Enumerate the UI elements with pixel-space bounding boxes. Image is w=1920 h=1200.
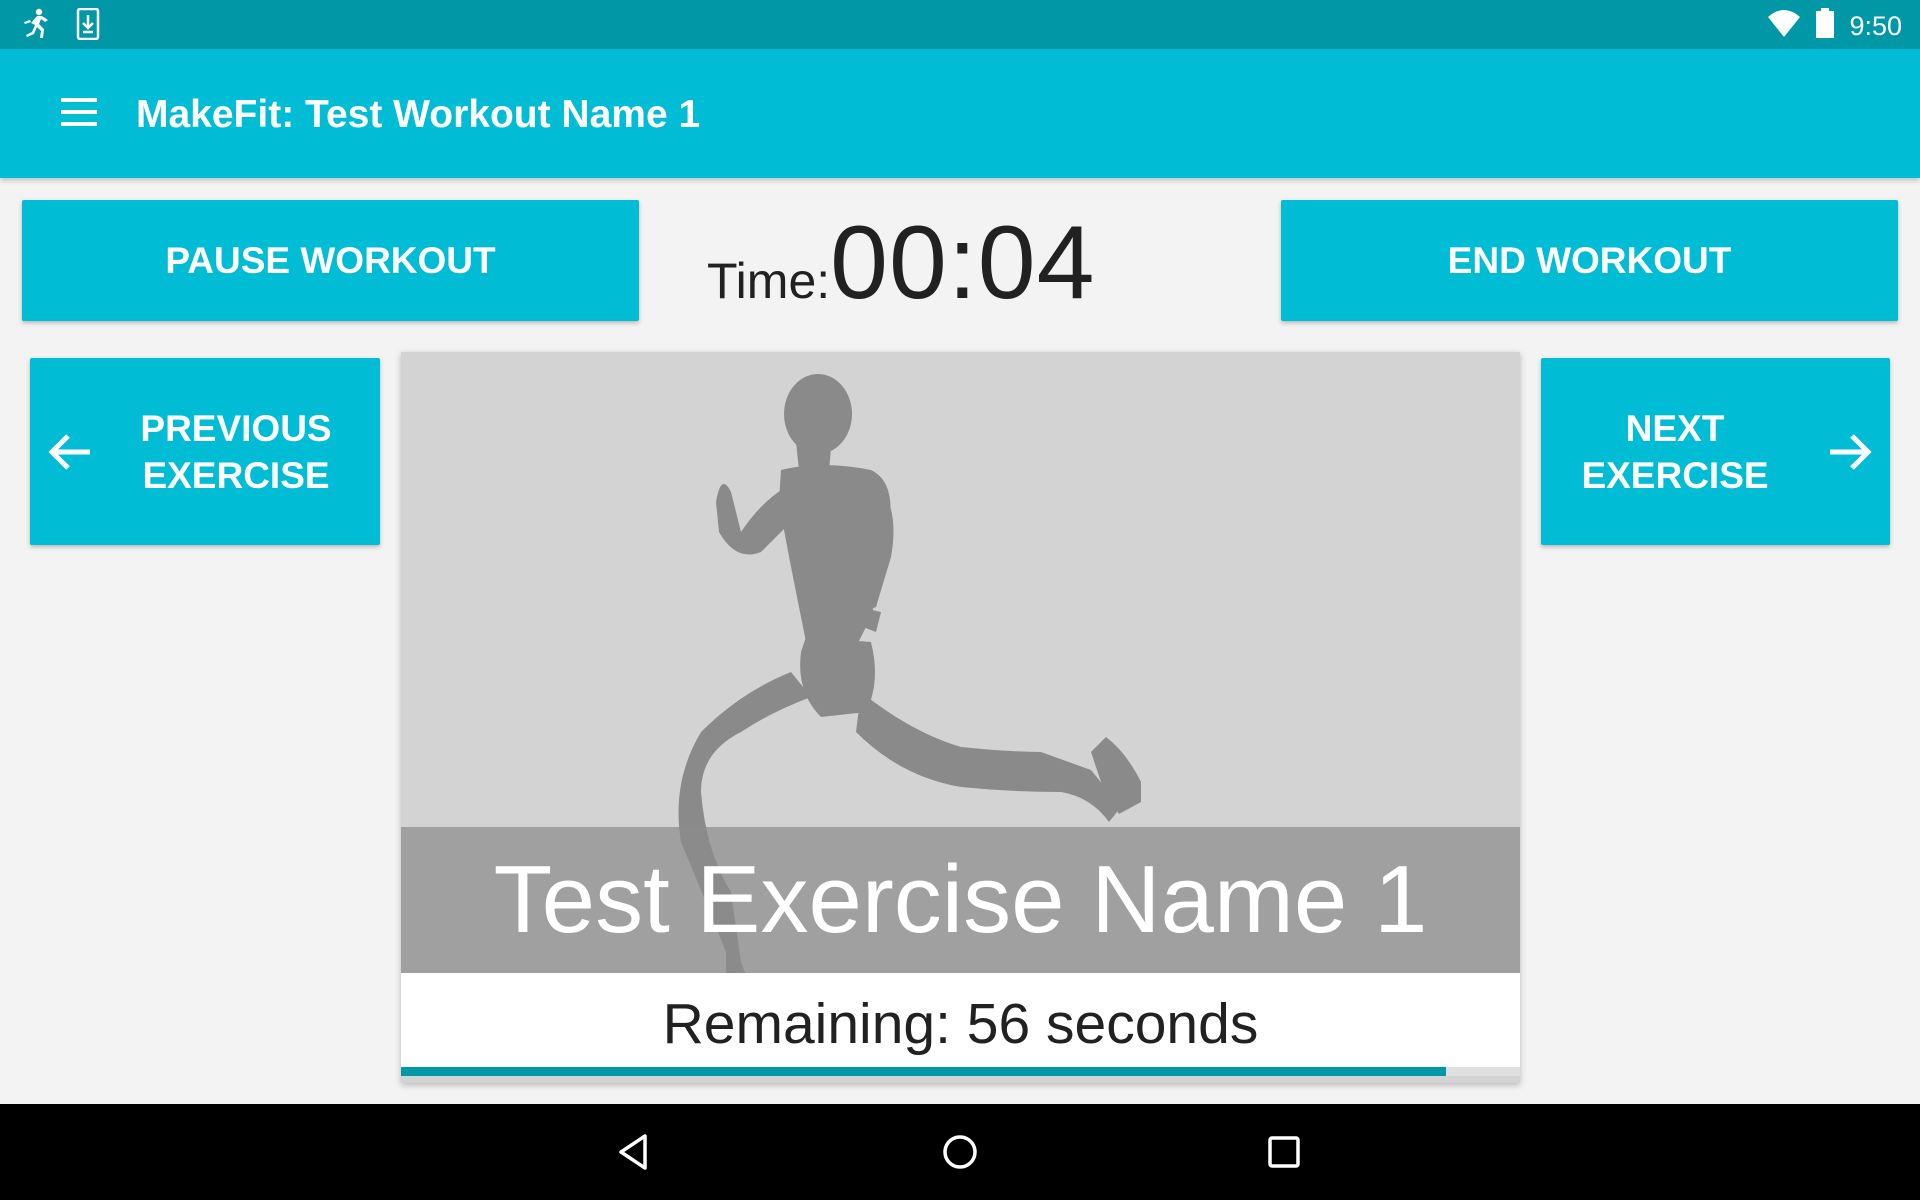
timer-value: 00:04 — [830, 205, 1096, 321]
arrow-right-icon — [1824, 426, 1876, 489]
pause-workout-label: PAUSE WORKOUT — [165, 239, 496, 281]
next-label-line2: EXERCISE — [1581, 455, 1769, 496]
pause-workout-button[interactable]: PAUSE WORKOUT — [22, 200, 639, 321]
wifi-icon — [1767, 8, 1801, 45]
timer-label: Time: — [707, 253, 831, 309]
previous-label-line2: EXERCISE — [142, 455, 330, 496]
download-notification-icon — [76, 7, 100, 45]
home-circle-icon[interactable] — [936, 1128, 984, 1176]
hamburger-menu-icon[interactable] — [58, 94, 102, 134]
back-triangle-icon[interactable] — [611, 1128, 659, 1176]
next-exercise-label: NEXT EXERCISE — [1561, 405, 1789, 499]
exercise-card: Test Exercise Name 1 Remaining: 56 secon… — [401, 352, 1520, 1083]
exercise-name: Test Exercise Name 1 — [401, 827, 1520, 973]
status-left-icons — [20, 7, 100, 45]
previous-exercise-button[interactable]: PREVIOUS EXERCISE — [30, 358, 380, 545]
app-title: MakeFit: Test Workout Name 1 — [136, 93, 701, 136]
previous-exercise-label: PREVIOUS EXERCISE — [122, 405, 350, 499]
end-workout-label: END WORKOUT — [1447, 239, 1732, 281]
system-nav-bar — [0, 1104, 1920, 1200]
exercise-progress-fill — [401, 1067, 1447, 1076]
status-right-icons: 9:50 — [1767, 8, 1902, 45]
next-label-line1: NEXT — [1625, 408, 1725, 449]
workout-timer: Time: 00:04 — [707, 204, 1095, 324]
runner-notification-icon — [20, 8, 50, 45]
end-workout-button[interactable]: END WORKOUT — [1281, 200, 1898, 321]
remaining-time: Remaining: 56 seconds — [401, 973, 1520, 1076]
battery-icon — [1815, 8, 1835, 45]
status-bar: 9:50 — [0, 0, 1920, 49]
arrow-left-icon — [44, 426, 96, 489]
status-time: 9:50 — [1849, 11, 1902, 41]
next-exercise-button[interactable]: NEXT EXERCISE — [1541, 358, 1890, 545]
recents-square-icon[interactable] — [1260, 1128, 1308, 1176]
exercise-progress-track — [401, 1067, 1520, 1076]
app-bar: MakeFit: Test Workout Name 1 — [0, 49, 1920, 178]
previous-label-line1: PREVIOUS — [140, 408, 332, 449]
